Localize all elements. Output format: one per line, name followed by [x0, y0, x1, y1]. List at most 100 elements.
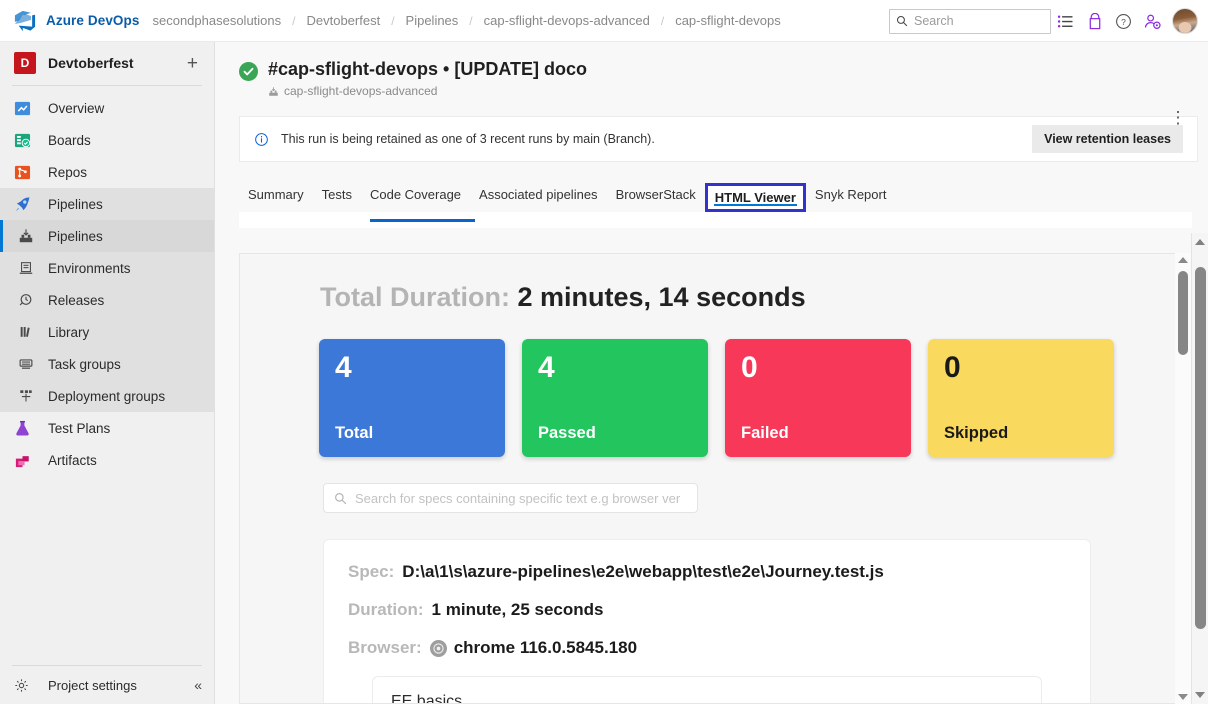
collapse-sidebar-icon[interactable]: « [194, 677, 202, 693]
breadcrumb-org[interactable]: secondphasesolutions [149, 13, 284, 28]
sidebar-item-deployment-groups[interactable]: Deployment groups [0, 380, 214, 412]
retention-banner-text: This run is being retained as one of 3 r… [281, 132, 655, 146]
project-settings-label: Project settings [48, 677, 137, 693]
sidebar-divider [12, 85, 202, 86]
sidebar-item-label: Pipelines [48, 228, 103, 244]
global-search[interactable] [889, 8, 1051, 34]
sidebar-item-pipelines[interactable]: Pipelines [0, 188, 214, 220]
project-header[interactable]: D Devtoberfest + [0, 42, 214, 84]
scroll-down-arrow-icon[interactable] [1195, 692, 1205, 698]
spec-browser-row: Browser: chrome 116.0.5845.180 [348, 638, 1066, 658]
tab-tests[interactable]: Tests [313, 181, 361, 212]
tab-associated-pipelines[interactable]: Associated pipelines [470, 181, 607, 212]
sidebar-item-label: Deployment groups [48, 388, 166, 404]
tab-summary[interactable]: Summary [239, 181, 313, 212]
spec-row: Spec: D:\a\1\s\azure-pipelines\e2e\webap… [348, 562, 1066, 582]
artifacts-icon [14, 452, 38, 469]
sidebar-item-label: Pipelines [48, 196, 103, 212]
left-sidebar: D Devtoberfest + Overview Boards Repos P… [0, 42, 215, 704]
sidebar-item-repos[interactable]: Repos [0, 156, 214, 188]
sidebar-item-releases[interactable]: Releases [0, 284, 214, 316]
sidebar-item-project-settings[interactable]: Project settings « [0, 666, 214, 704]
user-avatar[interactable] [1172, 8, 1198, 34]
spec-browser-label: Browser: [348, 638, 422, 657]
run-header: #cap-sflight-devops • [UPDATE] doco cap-… [215, 42, 1208, 98]
help-question-icon[interactable]: ? [1109, 0, 1138, 42]
scroll-up-arrow-icon[interactable] [1195, 239, 1205, 245]
breadcrumb-item-pipeline[interactable]: cap-sflight-devops-advanced [481, 13, 653, 28]
html-viewer-report-frame: Total Duration: 2 minutes, 14 seconds 4 … [239, 253, 1190, 704]
scroll-up-arrow-icon[interactable] [1178, 257, 1188, 263]
summary-card-label: Failed [741, 424, 789, 442]
breadcrumb-separator: / [292, 13, 296, 28]
boards-icon [14, 132, 38, 149]
sidebar-item-environments[interactable]: Environments [0, 252, 214, 284]
sidebar-item-library[interactable]: Library [0, 316, 214, 348]
test-plans-icon [14, 420, 38, 437]
sidebar-footer: Project settings « [0, 665, 214, 704]
search-icon [896, 15, 908, 27]
sidebar-item-label: Artifacts [48, 452, 97, 468]
tab-html-viewer[interactable]: HTML Viewer [704, 183, 806, 212]
sidebar-item-boards[interactable]: Boards [0, 124, 214, 156]
spec-search-input[interactable] [355, 490, 687, 506]
brand-label[interactable]: Azure DevOps [46, 13, 139, 28]
tab-code-coverage[interactable]: Code Coverage [361, 181, 470, 212]
breadcrumb-item-project[interactable]: Devtoberfest [303, 13, 383, 28]
user-settings-icon[interactable] [1138, 0, 1167, 42]
sidebar-item-overview[interactable]: Overview [0, 92, 214, 124]
scroll-down-arrow-icon[interactable] [1178, 694, 1188, 700]
spec-browser-value: chrome 116.0.5845.180 [453, 638, 638, 657]
page-scrollbar[interactable] [1191, 233, 1208, 704]
scrollbar-thumb[interactable] [1195, 267, 1206, 629]
more-options-button[interactable]: ⋮ [1166, 106, 1190, 130]
deployment-groups-icon [18, 388, 40, 404]
breadcrumb-separator: / [391, 13, 395, 28]
breadcrumb-item-run[interactable]: cap-sflight-devops [672, 13, 784, 28]
tab-snyk-report[interactable]: Snyk Report [806, 181, 896, 212]
work-items-icon[interactable] [1051, 0, 1080, 42]
environments-icon [18, 260, 40, 276]
summary-card-failed: 0 Failed [725, 339, 911, 457]
sidebar-item-pipelines-sub[interactable]: Pipelines [0, 220, 214, 252]
azure-devops-logo-icon [12, 8, 38, 34]
sidebar-item-artifacts[interactable]: Artifacts [0, 444, 214, 476]
run-status-success-icon [239, 62, 258, 81]
spec-search[interactable] [323, 483, 698, 513]
tab-content-loading-area [239, 212, 1192, 228]
library-icon [18, 324, 40, 340]
sidebar-item-test-plans[interactable]: Test Plans [0, 412, 214, 444]
summary-card-label: Total [335, 424, 374, 442]
sidebar-item-task-groups[interactable]: Task groups [0, 348, 214, 380]
search-input[interactable] [914, 14, 1044, 28]
pipelines-sub-icon [18, 228, 40, 244]
spec-duration-row: Duration: 1 minute, 25 seconds [348, 600, 1066, 620]
sidebar-item-label: Overview [48, 100, 105, 116]
total-duration-label: Total Duration: [320, 282, 510, 312]
report-body: Total Duration: 2 minutes, 14 seconds 4 … [240, 254, 1189, 704]
sidebar-item-label: Releases [48, 292, 105, 308]
run-pipeline-link[interactable]: cap-sflight-devops-advanced [268, 84, 587, 98]
marketplace-bag-icon[interactable] [1080, 0, 1109, 42]
summary-card-total: 4 Total [319, 339, 505, 457]
report-frame-scrollbar[interactable] [1175, 253, 1191, 704]
breadcrumb-separator: / [660, 13, 665, 28]
sidebar-item-label: Task groups [48, 356, 121, 372]
project-name[interactable]: Devtoberfest [48, 55, 187, 71]
sidebar-item-label: Repos [48, 164, 88, 180]
breadcrumb-item-pipelines[interactable]: Pipelines [403, 13, 462, 28]
pipelines-rocket-icon [14, 196, 38, 213]
summary-card-skipped: 0 Skipped [928, 339, 1114, 457]
pipeline-icon [268, 86, 279, 97]
sidebar-item-label: Test Plans [48, 420, 111, 436]
view-retention-leases-button[interactable]: View retention leases [1032, 125, 1183, 153]
repos-icon [14, 164, 38, 181]
top-bar-actions: ? [889, 0, 1200, 42]
tab-browserstack[interactable]: BrowserStack [607, 181, 705, 212]
sidebar-item-label: Boards [48, 132, 91, 148]
test-group-title: EE basics [391, 693, 463, 704]
create-new-icon[interactable]: + [187, 54, 200, 73]
summary-card-label: Skipped [944, 424, 1009, 442]
scrollbar-thumb[interactable] [1178, 271, 1188, 355]
run-title-row: #cap-sflight-devops • [UPDATE] doco cap-… [215, 58, 1208, 98]
